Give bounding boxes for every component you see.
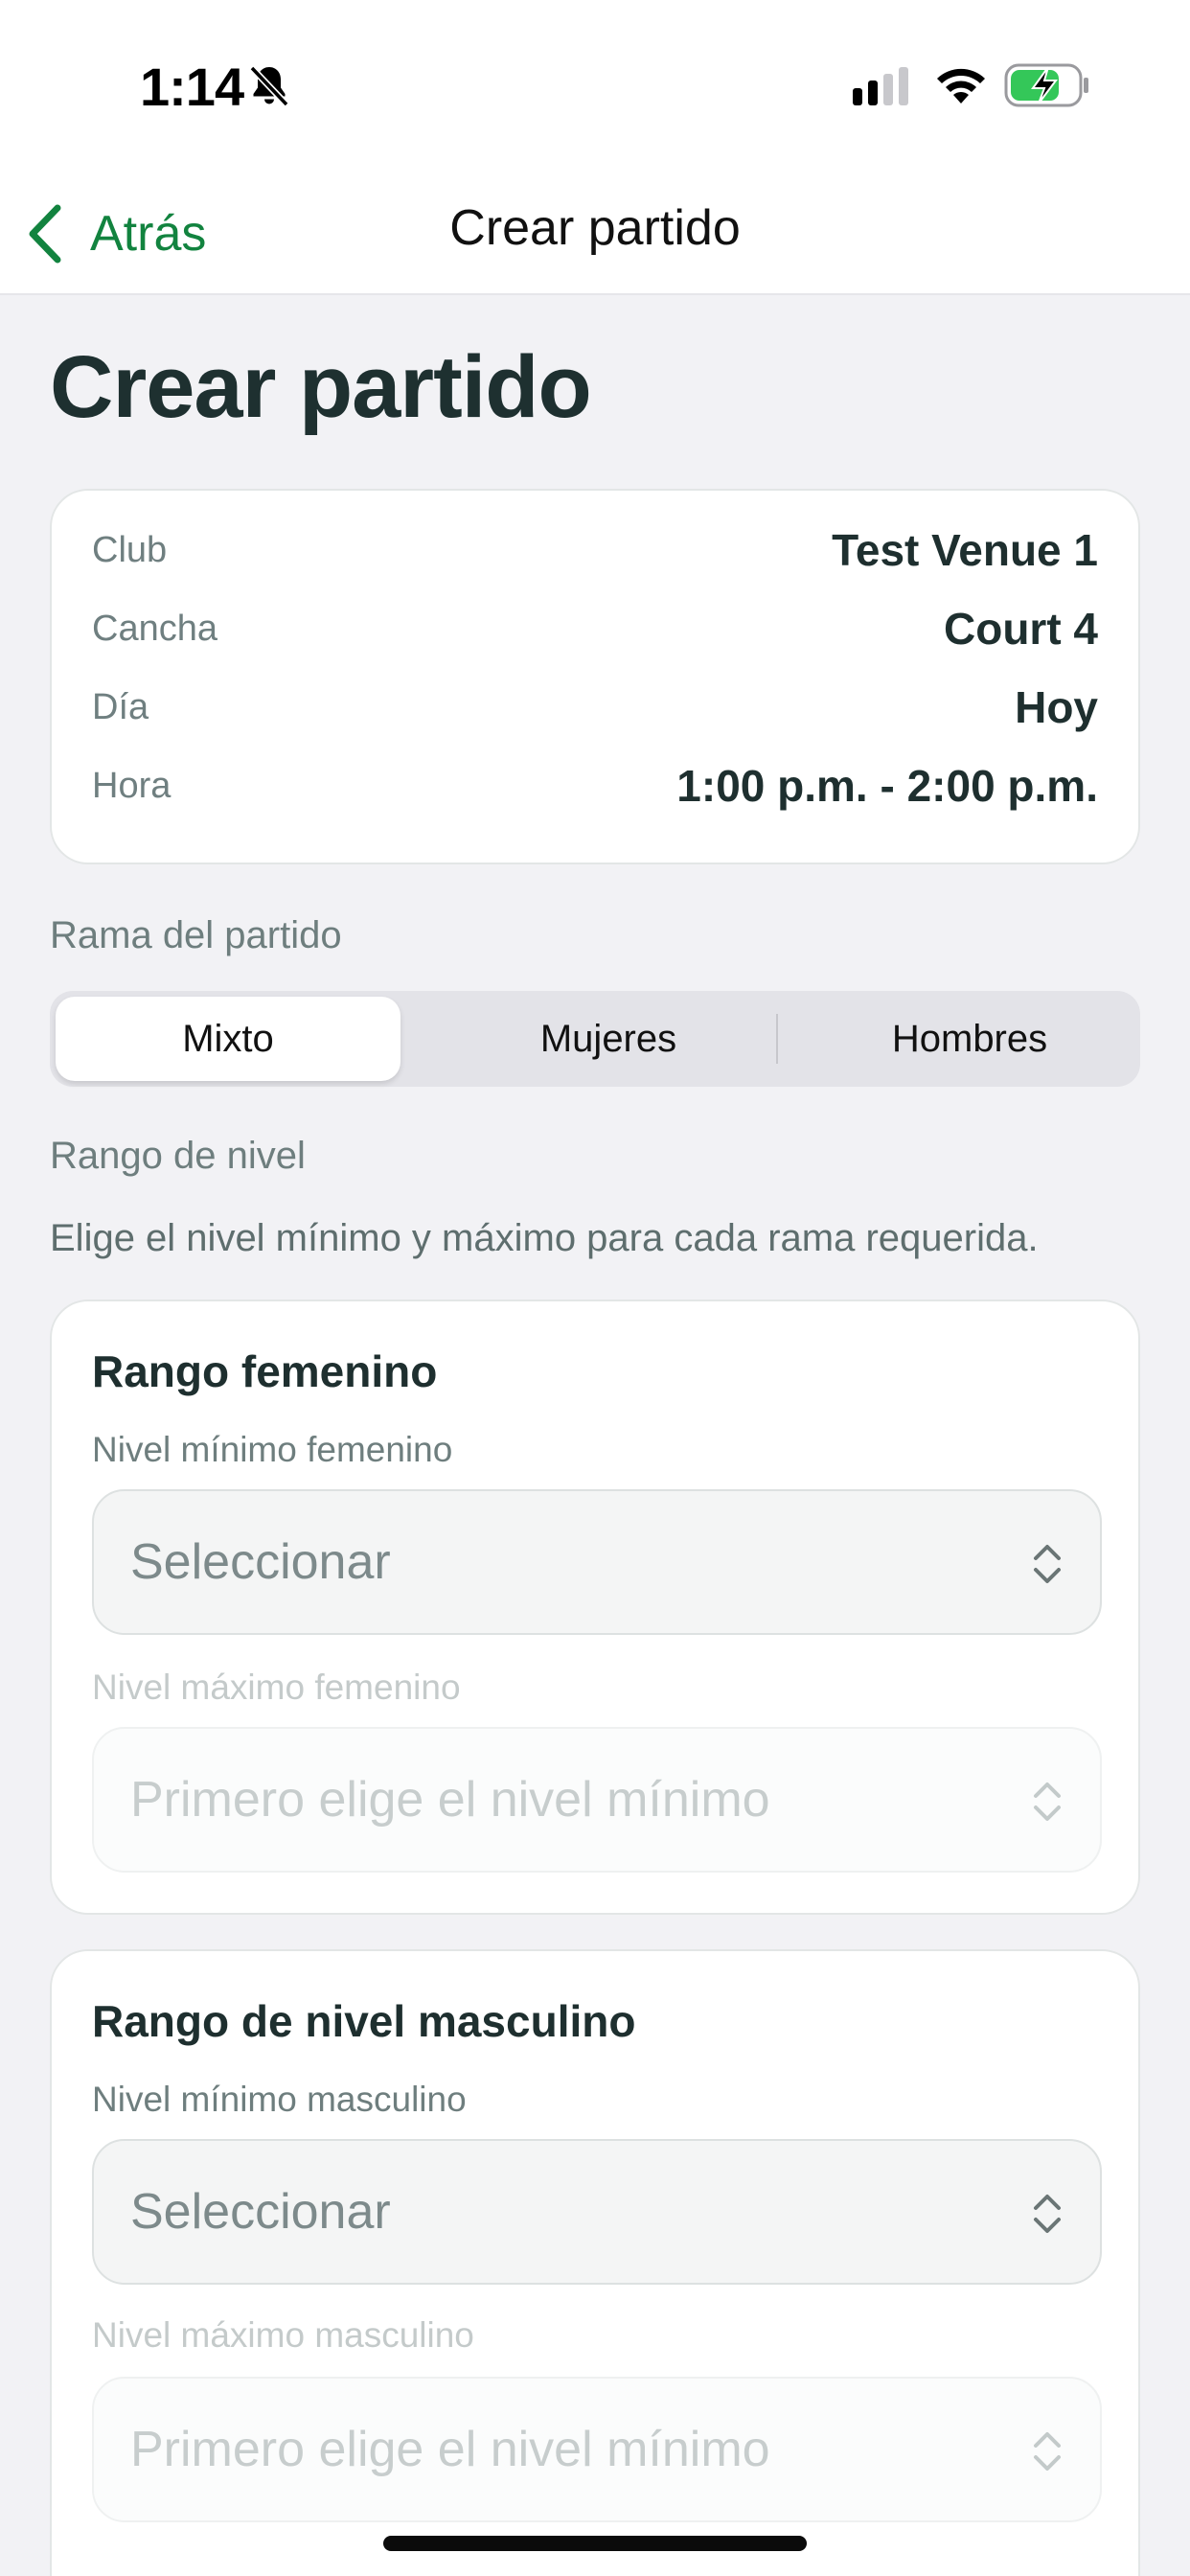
branch-section-label: Rama del partido (50, 914, 342, 956)
male-min-label: Nivel mínimo masculino (92, 2080, 467, 2119)
battery-charging-icon (1004, 63, 1088, 107)
male-min-value: Seleccionar (130, 2184, 391, 2240)
summary-value: 1:00 p.m. - 2:00 p.m. (676, 761, 1098, 811)
female-max-select[interactable]: Primero elige el nivel mínimo (92, 1727, 1102, 1873)
female-range-title: Rango femenino (92, 1346, 438, 1396)
page-title: Crear partido (50, 338, 592, 436)
home-indicator[interactable] (383, 2536, 807, 2551)
male-max-label: Nivel máximo masculino (92, 2315, 474, 2355)
bell-muted-icon (249, 65, 289, 107)
chevron-up-down-icon (1034, 1782, 1061, 1821)
summary-row-time: Hora 1:00 p.m. - 2:00 p.m. (92, 757, 1098, 815)
summary-label: Club (92, 529, 168, 570)
female-max-label: Nivel máximo femenino (92, 1668, 461, 1707)
wifi-icon (937, 68, 985, 104)
female-range-card: Rango femenino Nivel mínimo femenino Sel… (50, 1300, 1140, 1915)
segment-hombres[interactable]: Hombres (807, 997, 1133, 1081)
summary-label: Hora (92, 765, 172, 806)
male-range-title: Rango de nivel masculino (92, 1996, 636, 2046)
level-range-helper: Elige el nivel mínimo y máximo para cada… (50, 1217, 1039, 1259)
male-min-select[interactable]: Seleccionar (92, 2139, 1102, 2285)
summary-row-day: Día Hoy (92, 678, 1098, 736)
chevron-up-down-icon (1034, 1545, 1061, 1583)
chevron-up-down-icon (1034, 2195, 1061, 2233)
segment-divider (776, 1014, 778, 1064)
cellular-signal-icon (853, 67, 908, 105)
branch-segmented-control: Mixto Mujeres Hombres (50, 991, 1140, 1087)
level-range-label: Rango de nivel (50, 1135, 306, 1177)
segment-mujeres[interactable]: Mujeres (456, 997, 761, 1081)
summary-label: Día (92, 686, 149, 727)
male-max-value: Primero elige el nivel mínimo (130, 2422, 770, 2477)
summary-row-court: Cancha Court 4 (92, 600, 1098, 657)
navigation-bar: Atrás Crear partido (0, 172, 1190, 295)
male-max-select[interactable]: Primero elige el nivel mínimo (92, 2377, 1102, 2522)
female-min-value: Seleccionar (130, 1534, 391, 1590)
screen: 1:14 Atrás Crear partido Crear partido C… (0, 0, 1190, 2576)
summary-value: Test Venue 1 (832, 525, 1098, 575)
nav-title: Crear partido (449, 200, 741, 256)
female-max-value: Primero elige el nivel mínimo (130, 1772, 770, 1828)
segment-mixto[interactable]: Mixto (56, 997, 400, 1081)
summary-value: Court 4 (944, 604, 1098, 654)
male-range-card: Rango de nivel masculino Nivel mínimo ma… (50, 1949, 1140, 2576)
female-min-label: Nivel mínimo femenino (92, 1430, 453, 1469)
status-time: 1:14 (140, 57, 244, 117)
status-bar: 1:14 (0, 0, 1190, 172)
match-summary-card: Club Test Venue 1 Cancha Court 4 Día Hoy… (50, 489, 1140, 864)
summary-label: Cancha (92, 608, 217, 649)
summary-value: Hoy (1015, 682, 1098, 732)
summary-row-club: Club Test Venue 1 (92, 521, 1098, 579)
chevron-up-down-icon (1034, 2432, 1061, 2471)
female-min-select[interactable]: Seleccionar (92, 1489, 1102, 1635)
